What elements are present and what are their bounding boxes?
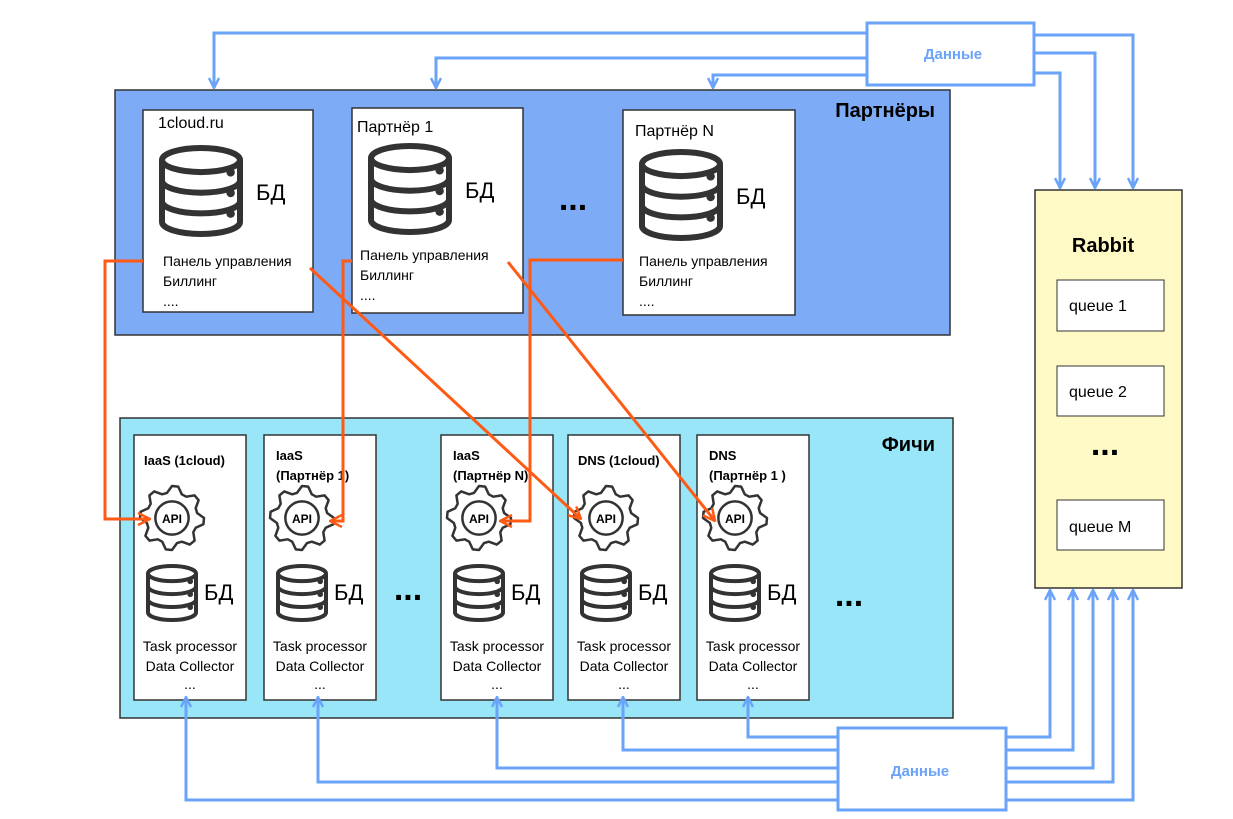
feature-title: DNS (1cloud) [578,453,660,468]
feature-component: Data Collector [453,658,542,674]
feature-db-label: БД [767,580,796,605]
data-line-to-partner1 [436,56,867,88]
rabbit-group: Rabbit queue 1 queue 2 ... queue M [1034,189,1183,589]
feature-db-label: БД [511,580,540,605]
partner-component: .... [163,293,179,309]
api-label: API [725,512,745,526]
partner-name: Партнёр 1 [357,119,433,136]
partner-component: Панель управления [163,253,292,269]
feature-title: (Партнёр 1) [276,468,349,483]
queues-ellipsis: ... [1091,425,1119,463]
feature-title: IaaS [453,448,480,463]
feature-box: IaaS (1cloud) API БД Task processor Data Col… [133,434,247,701]
feature-title: (Партнёр 1 ) [709,468,786,483]
partner-component: Панель управления [360,247,489,263]
api-label: API [292,512,312,526]
data-box-top-label: Данные [924,46,982,63]
data-box-bottom-label: Данные [891,763,949,780]
feature-component: ... [314,676,326,692]
data-box-top: Данные [865,21,1036,87]
partner-db-label: БД [465,178,494,203]
rabbit-title: Rabbit [1072,235,1135,257]
data-box-bottom: Данные [836,726,1008,812]
partner-box: Партнёр 1 БД Панель управления Биллинг.... [351,107,524,314]
feature-box: IaaS (Партнёр 1) API БД Task processor Data C… [263,434,377,701]
data-line-to-partnern [713,73,867,88]
partner-component: .... [639,293,655,309]
partner-db-label: БД [256,180,285,205]
queue-2-label: queue 2 [1069,384,1127,401]
data-line-up-rabbit-2 [1006,590,1073,752]
feature-title: IaaS (1cloud) [144,453,225,468]
feature-box: DNS (1cloud) API БД Task processor Data Coll… [567,434,681,701]
data-line-up-rabbit-1 [1006,590,1050,739]
partners-title: Партнёры [835,100,935,122]
feature-component: Task processor [450,638,544,654]
features-group: Фичи IaaS (1cloud) API БД Task processor Dat… [119,417,954,719]
partner-component: Биллинг [639,273,693,289]
feature-component: Data Collector [580,658,669,674]
partner-component: Биллинг [163,273,217,289]
feature-component: ... [747,676,759,692]
feature-db-label: БД [334,580,363,605]
api-label: API [162,512,182,526]
features-title: Фичи [882,434,935,456]
feature-component: ... [618,676,630,692]
feature-component: Task processor [577,638,671,654]
data-line-to-1cloud [214,31,867,88]
feature-db-label: БД [204,580,233,605]
features-ellipsis-2: ... [835,576,863,614]
feature-component: Data Collector [276,658,365,674]
feature-title: DNS [709,448,737,463]
partner-box: 1cloud.ru БД Панель управления Биллинг.... [142,109,314,313]
partners-group: Партнёры 1cloud.ru БД Панель управления Бил… [114,89,951,336]
feature-box: DNS (Партнёр 1 ) API БД Task processor Data C… [696,434,810,701]
feature-title: (Партнёр N) [453,468,528,483]
feature-component: Task processor [706,638,800,654]
feature-component: ... [491,676,503,692]
api-label: API [469,512,489,526]
partner-name: Партнёр N [635,123,714,140]
data-line-to-rabbit-1 [1034,33,1133,188]
api-label: API [596,512,616,526]
partner-box: Партнёр N БД Панель управления Биллинг.... [622,109,796,316]
feature-title: IaaS [276,448,303,463]
feature-component: Data Collector [146,658,235,674]
partner-db-label: БД [736,184,765,209]
feature-component: Data Collector [709,658,798,674]
feature-db-label: БД [638,580,667,605]
partner-component: .... [360,287,376,303]
feature-component: Task processor [273,638,367,654]
partner-component: Панель управления [639,253,768,269]
feature-box: IaaS (Партнёр N) API БД Task processor Data C… [440,434,554,701]
architecture-diagram: Партнёры 1cloud.ru БД Панель управления Бил… [103,21,1183,812]
queue-m-label: queue M [1069,519,1131,536]
data-line-up-rabbit-4 [1006,590,1113,784]
features-ellipsis-1: ... [394,570,422,608]
queue-1-label: queue 1 [1069,298,1127,315]
data-line-to-rabbit-3 [1034,71,1060,188]
partners-ellipsis: ... [559,180,587,218]
partner-component: Биллинг [360,267,414,283]
feature-component: Task processor [143,638,237,654]
partner-name: 1cloud.ru [158,115,224,132]
feature-component: ... [184,676,196,692]
